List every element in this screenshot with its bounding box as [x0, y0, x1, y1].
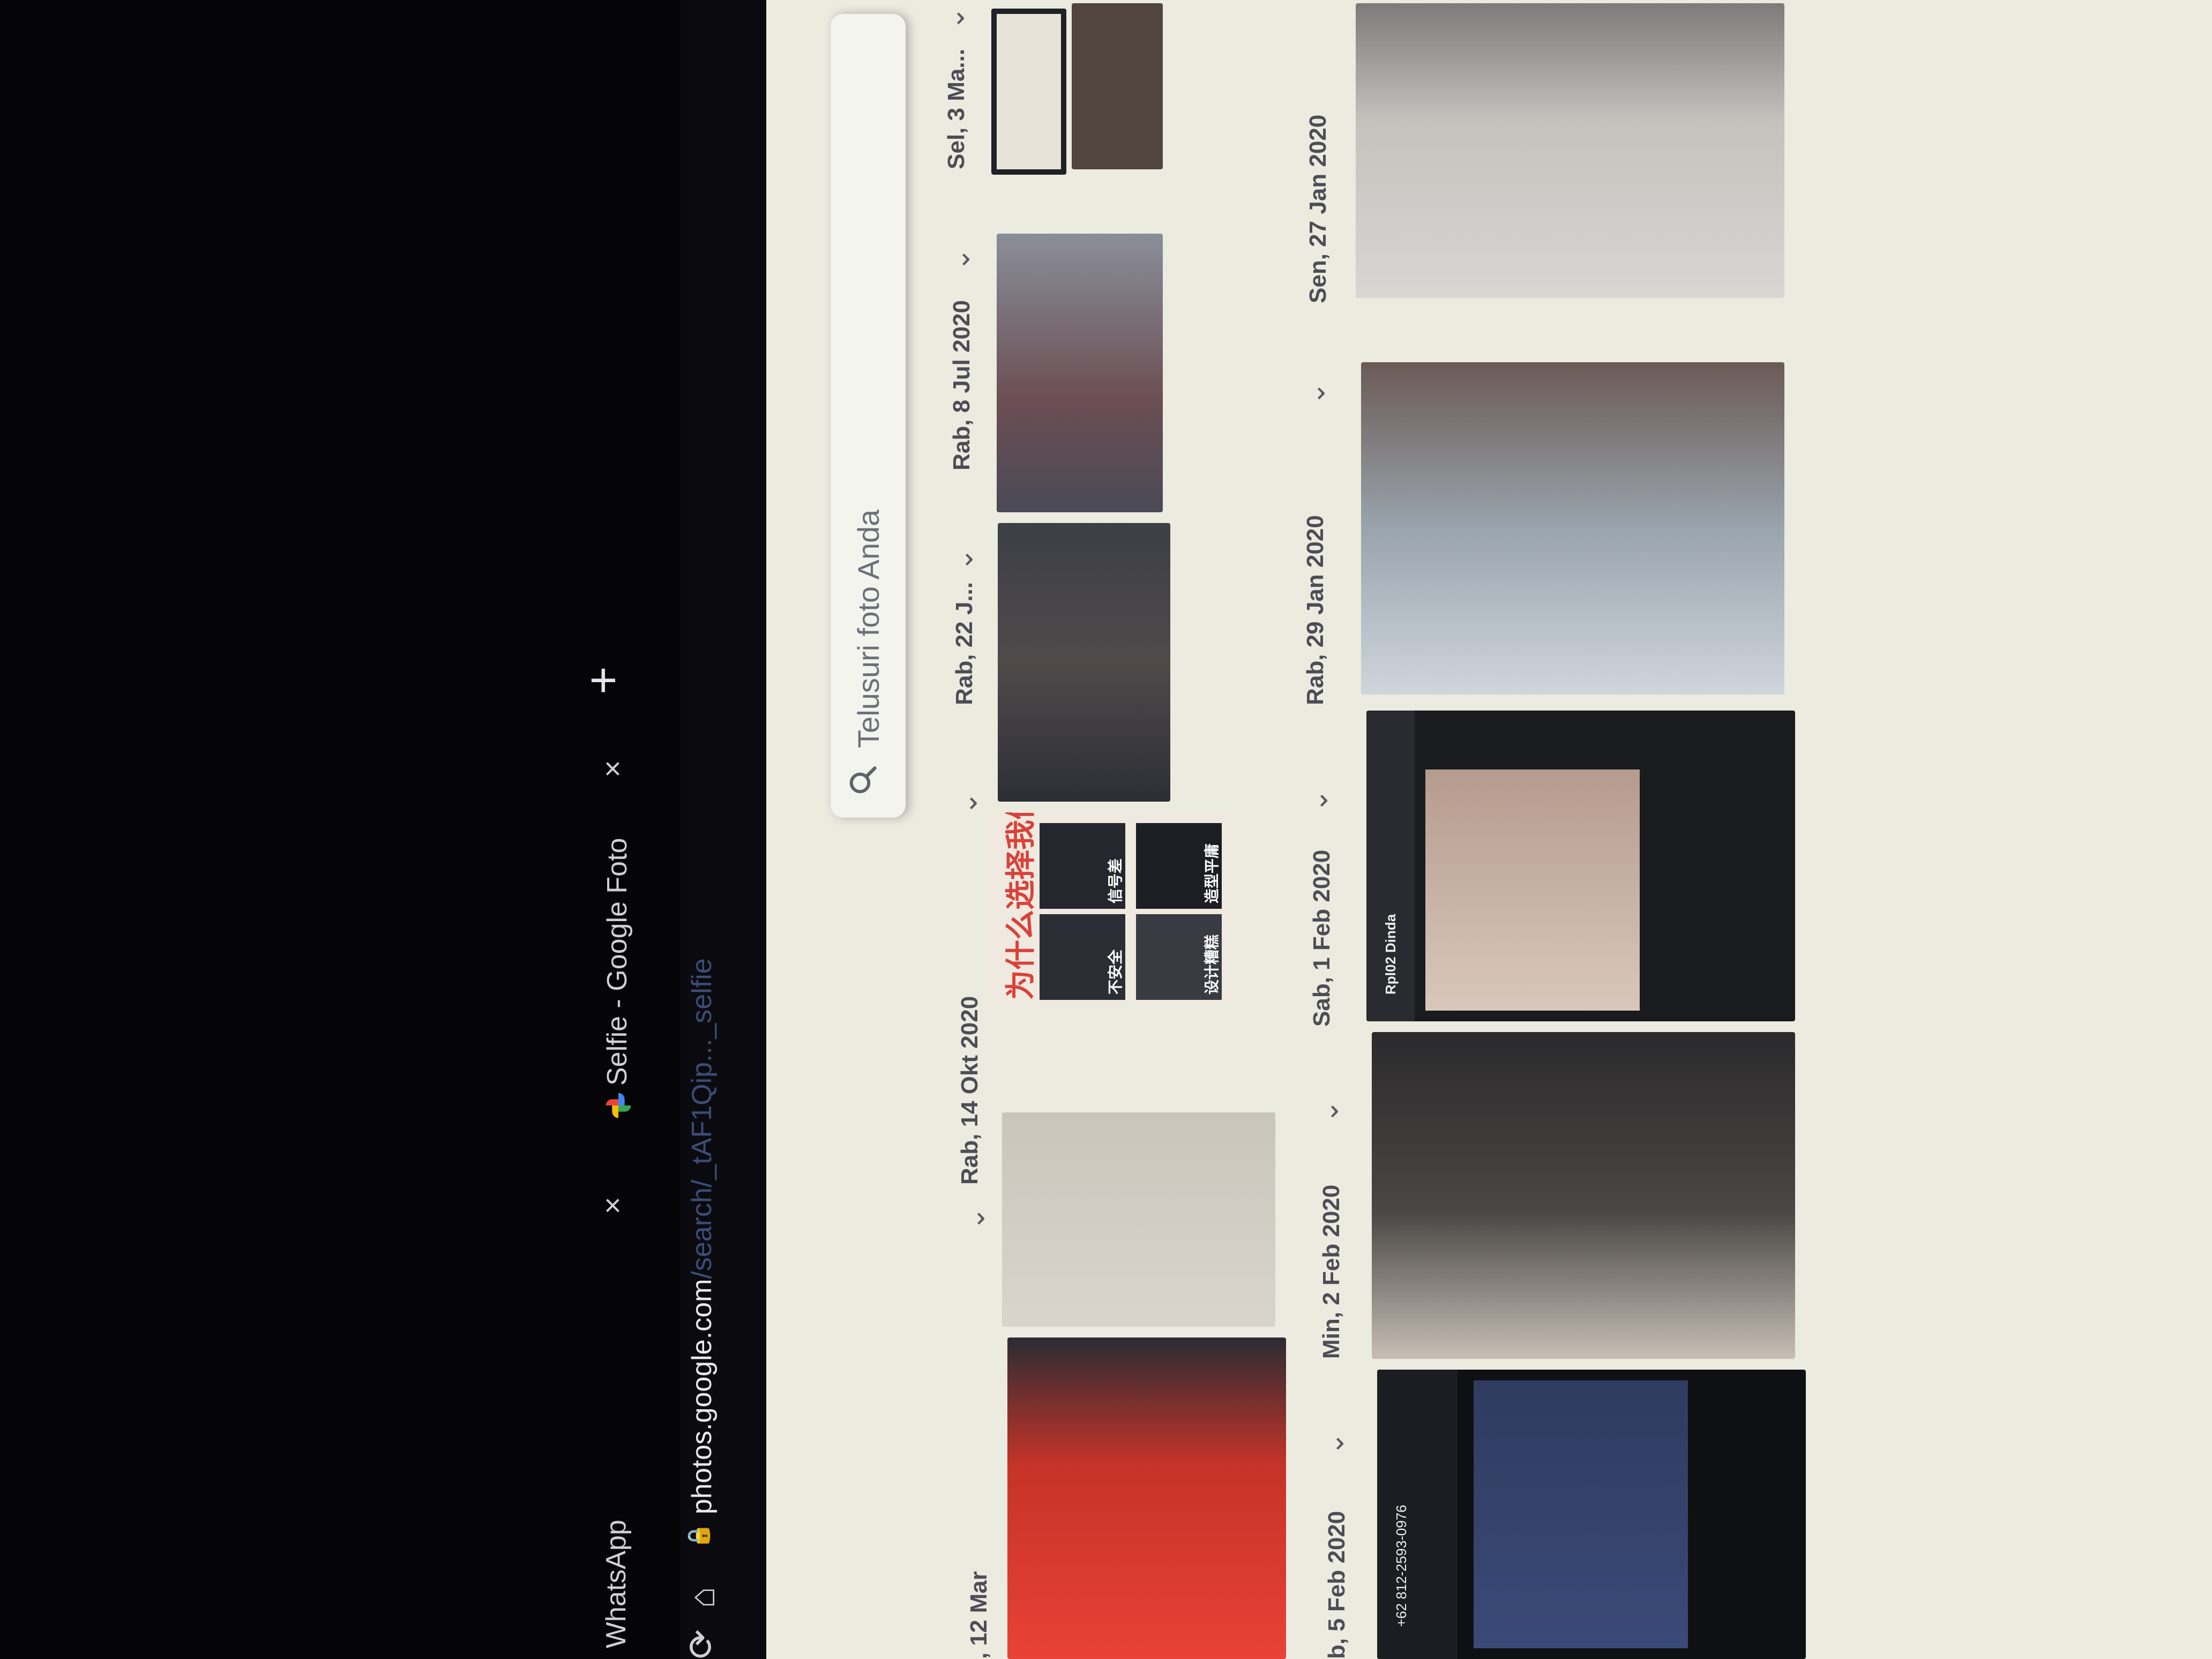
chevron-down-icon[interactable]: ⌄	[1318, 1432, 1350, 1455]
date-header: Rab, 14 Okt 2020	[956, 996, 983, 1185]
tab-title: Selfie - Google Foto	[602, 838, 633, 1086]
promo-tile: 信号差	[1040, 823, 1125, 909]
date-header: Sen, 27 Jan 2020	[1305, 114, 1331, 303]
chat-header: Rpl02 Dinda	[1366, 711, 1415, 1021]
photos-content: Telusuri foto Anda Sel, 3 Ma... ⌄ Rab, 8…	[766, 0, 2212, 1659]
photo-thumbnail[interactable]	[1072, 3, 1163, 169]
date-header: , 12 Mar	[966, 1571, 992, 1659]
chevron-down-icon[interactable]: ⌄	[947, 548, 980, 571]
photo-thumbnail[interactable]	[1372, 1032, 1795, 1359]
home-icon[interactable]: ⌂	[682, 1587, 722, 1608]
close-tab-whatsapp-icon[interactable]: ×	[595, 1197, 630, 1214]
selfie-image	[1425, 769, 1640, 1011]
chevron-down-icon[interactable]: ⌄	[1313, 1100, 1345, 1123]
photo-thumbnail[interactable]	[1007, 1337, 1286, 1659]
search-input[interactable]: Telusuri foto Anda	[851, 510, 886, 748]
screenshot-content	[997, 14, 1061, 169]
photo-thumbnail[interactable]	[991, 9, 1066, 175]
date-header: Sel, 3 Ma...	[943, 49, 969, 169]
address-bar[interactable]: photos.google.com/search/_tAF1Qip..._sel…	[686, 711, 723, 1514]
promo-tile: 不安全	[1040, 914, 1125, 1000]
photo-thumbnail[interactable]	[998, 523, 1170, 802]
url-path: /search/_tAF1Qip..._selfie	[686, 958, 718, 1279]
chevron-down-icon[interactable]: ⌄	[959, 1207, 991, 1230]
promo-tile: 造型平庸	[1136, 823, 1222, 909]
message-bubbles	[1474, 1380, 1688, 1648]
chevron-down-icon[interactable]: ⌄	[1299, 382, 1332, 405]
promo-tiles: 不安全 信号差 设计糟糕 造型平庸	[1040, 818, 1227, 1000]
date-header: Rab, 22 J...	[951, 582, 977, 705]
lock-icon: 🔒	[687, 1522, 711, 1549]
promo-image[interactable]: 为什么选择我们? 不安全 信号差 设计糟糕 造型平庸	[986, 812, 1232, 1005]
photo-thumbnail[interactable]	[1356, 3, 1784, 298]
chat-screenshot[interactable]: +62 812-2593-0976	[1377, 1370, 1806, 1659]
reload-icon[interactable]: ⟳	[681, 1630, 722, 1659]
google-photos-favicon-icon	[606, 1093, 631, 1118]
promo-tile: 设计糟糕	[1136, 914, 1222, 1000]
tab-bar: WhatsApp × Selfie - Google Foto × +	[552, 0, 681, 1659]
chevron-down-icon[interactable]: ⌄	[1302, 789, 1334, 812]
chat-screenshot[interactable]: Rpl02 Dinda	[1366, 711, 1795, 1021]
chevron-down-icon[interactable]: ⌄	[939, 6, 971, 30]
photo-thumbnail[interactable]	[997, 234, 1163, 512]
chevron-down-icon[interactable]: ⌄	[944, 248, 976, 271]
url-host: photos.google.com	[686, 1279, 718, 1514]
date-header: Min, 2 Feb 2020	[1318, 1184, 1344, 1359]
photo-thumbnail[interactable]	[1002, 1112, 1275, 1327]
tab-whatsapp[interactable]: WhatsApp	[600, 1520, 632, 1648]
promo-title: 为什么选择我们?	[1004, 812, 1037, 1000]
chevron-down-icon[interactable]: ⌄	[952, 791, 984, 815]
date-header: Sab, 1 Feb 2020	[1309, 849, 1335, 1027]
date-header: Rab, 29 Jan 2020	[1302, 515, 1328, 705]
close-tab-photos-icon[interactable]: ×	[595, 760, 630, 778]
new-tab-button[interactable]: +	[576, 666, 631, 694]
chat-header: +62 812-2593-0976	[1377, 1370, 1458, 1659]
date-header: Rab, 8 Jul 2020	[948, 300, 975, 470]
search-icon	[847, 764, 879, 796]
search-box[interactable]: Telusuri foto Anda	[831, 14, 906, 818]
tab-google-photos[interactable]: Selfie - Google Foto	[589, 838, 654, 1187]
date-header: b, 5 Feb 2020	[1324, 1511, 1350, 1659]
photo-thumbnail[interactable]	[1361, 362, 1784, 694]
